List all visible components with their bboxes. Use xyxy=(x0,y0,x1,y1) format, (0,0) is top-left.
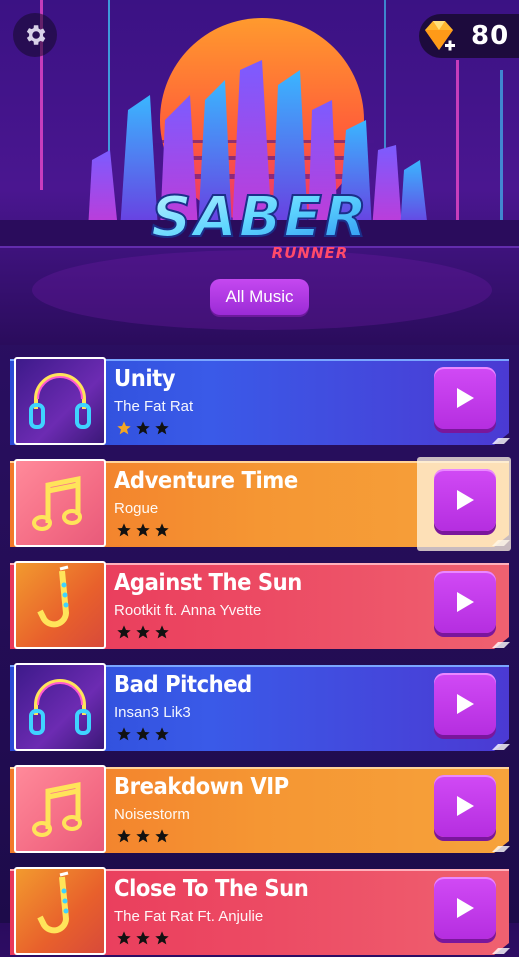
song-title: Close To The Sun xyxy=(114,876,309,902)
song-artist: The Fat Rat Ft. Anjulie xyxy=(114,908,264,925)
song-artwork xyxy=(14,663,106,751)
play-icon xyxy=(457,592,474,612)
song-title: Against The Sun xyxy=(114,570,302,596)
star-icon xyxy=(135,522,151,543)
all-music-button[interactable]: All Music xyxy=(210,279,309,315)
star-icon xyxy=(116,930,132,951)
song-artist: The Fat Rat xyxy=(114,398,194,415)
song-card[interactable]: Breakdown VIP Noisestorm xyxy=(10,763,510,855)
star-icon xyxy=(135,624,151,645)
play-icon xyxy=(457,796,474,816)
star-icon xyxy=(116,522,132,543)
star-rating xyxy=(116,522,170,543)
gem-counter[interactable]: 80 xyxy=(419,14,519,58)
play-button[interactable] xyxy=(434,877,496,939)
song-artist: Rogue xyxy=(114,500,159,517)
star-icon xyxy=(116,828,132,849)
star-icon xyxy=(116,726,132,747)
star-rating xyxy=(116,828,170,849)
star-icon xyxy=(135,930,151,951)
song-title: Unity xyxy=(114,366,176,392)
song-artist: Rootkit ft. Anna Yvette xyxy=(114,602,262,619)
star-icon xyxy=(154,624,170,645)
star-icon xyxy=(135,420,151,441)
play-button[interactable] xyxy=(434,469,496,531)
star-rating xyxy=(116,930,170,951)
play-button[interactable] xyxy=(434,571,496,633)
star-icon xyxy=(135,828,151,849)
play-button[interactable] xyxy=(434,673,496,735)
settings-button[interactable] xyxy=(13,13,57,57)
play-icon xyxy=(457,388,474,408)
star-icon xyxy=(135,726,151,747)
logo-main-text: SABER xyxy=(151,185,369,250)
star-icon xyxy=(116,624,132,645)
star-icon xyxy=(116,420,132,441)
logo-sub-text: RUNNER xyxy=(272,244,349,262)
star-icon xyxy=(154,726,170,747)
song-artist: Noisestorm xyxy=(114,806,190,823)
song-card[interactable]: Against The Sun Rootkit ft. Anna Yvette xyxy=(10,559,510,651)
gem-count: 80 xyxy=(471,21,510,51)
star-icon xyxy=(154,828,170,849)
gear-icon xyxy=(26,25,46,45)
song-artwork xyxy=(14,765,106,853)
song-title: Bad Pitched xyxy=(114,672,252,698)
star-icon xyxy=(154,420,170,441)
play-icon xyxy=(457,898,474,918)
diamond-icon xyxy=(425,21,455,51)
song-artwork xyxy=(14,867,106,955)
song-card[interactable]: Close To The Sun The Fat Rat Ft. Anjulie xyxy=(10,865,510,957)
song-title: Adventure Time xyxy=(114,468,298,494)
play-icon xyxy=(457,694,474,714)
song-card[interactable]: Bad Pitched Insan3 Lik3 xyxy=(10,661,510,753)
star-rating xyxy=(116,624,170,645)
song-artwork xyxy=(14,459,106,547)
play-icon xyxy=(457,490,474,510)
star-icon xyxy=(154,522,170,543)
play-button[interactable] xyxy=(434,775,496,837)
play-button[interactable] xyxy=(434,367,496,429)
star-icon xyxy=(154,930,170,951)
song-artist: Insan3 Lik3 xyxy=(114,704,191,721)
song-card[interactable]: Unity The Fat Rat xyxy=(10,355,510,447)
song-title: Breakdown VIP xyxy=(114,774,289,800)
song-card[interactable]: Adventure Time Rogue xyxy=(10,457,511,551)
star-rating xyxy=(116,726,170,747)
song-artwork xyxy=(14,561,106,649)
game-logo: SABER RUNNER xyxy=(140,178,380,268)
song-artwork xyxy=(14,357,106,445)
star-rating xyxy=(116,420,170,441)
